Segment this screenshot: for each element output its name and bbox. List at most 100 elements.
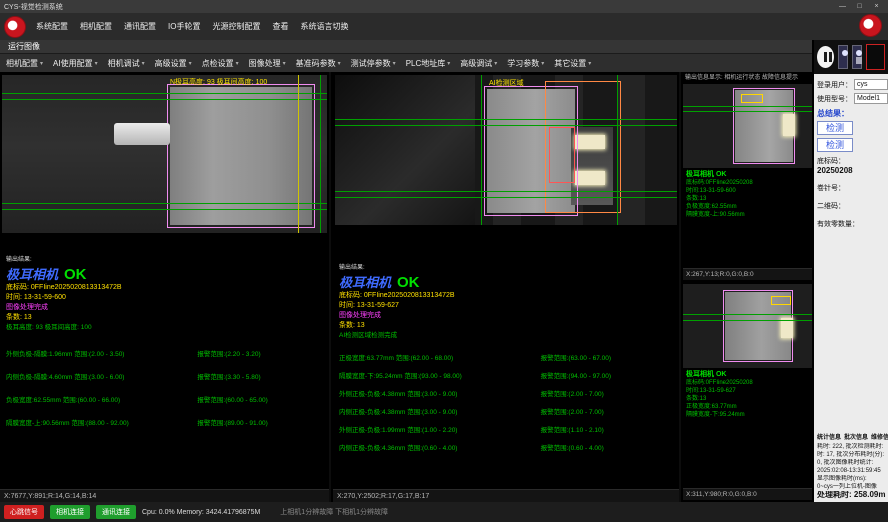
alarm-range: 报警范围:(1.10 - 2.10) xyxy=(541,424,675,434)
pause-button[interactable] xyxy=(817,46,834,68)
tool-image-process[interactable]: 图像处理▾ xyxy=(249,58,286,69)
menu-comm-config[interactable]: 通讯配置 xyxy=(124,21,156,32)
minimize-button[interactable]: — xyxy=(835,1,850,12)
overlay-measure-text: N极耳高度: 93 极耳间高度: 100 xyxy=(170,77,267,87)
right-camera-image[interactable]: AI检测区域 xyxy=(335,75,677,225)
time-text: 时间: 13-31-59-627 xyxy=(339,301,675,311)
barcode-value: 20250208 xyxy=(817,166,885,175)
result-ok-badge: OK xyxy=(397,274,420,291)
measurement-row: 外侧负极-隔膜:1.96mm 范围:(2.00 - 3.50)报警范围:(2.2… xyxy=(6,348,325,358)
tab-stats-info[interactable]: 统计信息 xyxy=(817,432,841,441)
measure-value: 正极宽度:63.77mm 范围:(62.00 - 68.00) xyxy=(339,352,541,362)
menu-view[interactable]: 查看 xyxy=(272,21,288,32)
preview-camera-1[interactable]: 极耳相机 OK 底标码:0FFIine20250208 时间:13-31-59-… xyxy=(683,84,812,280)
measure-value: 内侧正极-负极:4.36mm 范围:(0.60 - 4.00) xyxy=(339,442,541,452)
preview-image-1[interactable] xyxy=(683,84,812,168)
measure-line-overlay xyxy=(683,314,812,315)
chevron-down-icon: ▾ xyxy=(338,60,341,67)
qrcode-label: 二维码： xyxy=(817,201,885,211)
side-panel-body: 登录用户： cys 使用型号： Model1 总结果： 检测 检测 底标码： 2… xyxy=(814,74,888,502)
maximize-button[interactable]: □ xyxy=(852,1,867,12)
alarm-range: 报警范围:(60.00 - 65.00) xyxy=(197,394,325,404)
menu-language-switch[interactable]: 系统语言切换 xyxy=(300,21,348,32)
left-camera-view[interactable]: N极耳高度: 93 极耳间高度: 100 输出结果: 极耳相机 OK 底标码: … xyxy=(0,72,331,502)
close-button[interactable]: × xyxy=(869,1,884,12)
menu-camera-config[interactable]: 相机配置 xyxy=(80,21,112,32)
note-text: 极耳高度: 93 极耳间高度: 100 xyxy=(6,323,325,332)
menu-io-config[interactable]: IO手轮置 xyxy=(168,21,200,32)
measure-value: 负极宽度:62.55mm 范围:(60.00 - 66.00) xyxy=(6,394,197,404)
preview-line: 负极宽度:62.55mm xyxy=(686,203,811,211)
tool-advanced-settings[interactable]: 高级设置▾ xyxy=(155,58,192,69)
measurement-row: 外侧正极-负极:4.38mm 范围:(3.00 - 9.00)报警范围:(2.0… xyxy=(339,388,675,398)
result-box-1: 检测 xyxy=(817,121,853,135)
tool-camera-debug[interactable]: 相机调试▾ xyxy=(108,58,145,69)
tool-test-stop-params[interactable]: 测试停参数▾ xyxy=(351,58,396,69)
right-camera-view[interactable]: AI检测区域 输出结果: 极耳相机 OK 底标码: 0FFIine2025020… xyxy=(333,72,681,502)
lock-button[interactable] xyxy=(852,45,862,69)
left-camera-image[interactable]: N极耳高度: 93 极耳间高度: 100 xyxy=(2,75,327,233)
alarm-range: 报警范围:(89.00 - 91.00) xyxy=(197,417,325,427)
tool-label: 相机配置 xyxy=(6,58,38,69)
preview-line: 时间:13-31-59-627 xyxy=(686,387,811,395)
measure-line-overlay xyxy=(683,111,812,112)
preview-line: 隔膜宽度-下:95.24mm xyxy=(686,411,811,419)
output-label: 输出结果: xyxy=(339,262,675,271)
tab-batch-info[interactable]: 批次信息 xyxy=(844,432,868,441)
comm-status-badge: 通讯连接 xyxy=(96,505,136,519)
tool-label: 高级调试 xyxy=(460,58,492,69)
measure-line-overlay xyxy=(683,320,812,321)
measure-value: 外侧负极-隔膜:1.96mm 范围:(2.00 - 3.50) xyxy=(6,348,197,358)
measure-line-overlay xyxy=(481,75,482,225)
menu-light-config[interactable]: 光源控制配置 xyxy=(212,21,260,32)
chevron-down-icon: ▾ xyxy=(447,60,450,67)
preview-line: 条数:13 xyxy=(686,195,811,203)
preview-line: 条数:13 xyxy=(686,395,811,403)
measure-value: 内侧正极-负极:4.38mm 范围:(3.00 - 9.00) xyxy=(339,406,541,416)
tab-run-image[interactable]: 运行图像 xyxy=(8,41,40,52)
toolbar: 相机配置▾ AI使用配置▾ 相机调试▾ 高级设置▾ 点检设置▾ 图像处理▾ 基准… xyxy=(0,53,812,72)
result-box-2: 检测 xyxy=(817,138,853,152)
tool-camera-config[interactable]: 相机配置▾ xyxy=(6,58,43,69)
menu-system-config[interactable]: 系统配置 xyxy=(36,21,68,32)
preview-text-2: 极耳相机 OK 底标码:0FFIine20250208 时间:13-31-59-… xyxy=(686,370,811,419)
tool-other-settings[interactable]: 其它设置▾ xyxy=(554,58,591,69)
right-result-block: 输出结果: 极耳相机 OK 底标码: 0FFIine20250208133134… xyxy=(339,262,675,452)
window-controls: — □ × xyxy=(835,1,884,12)
fault-messages: 上相机1分辨故障 下相机1分辨故障 xyxy=(280,507,388,517)
tool-barcode-params[interactable]: 基准码参数▾ xyxy=(296,58,341,69)
measure-line-overlay xyxy=(335,197,677,198)
menu-items: 系统配置 相机配置 通讯配置 IO手轮置 光源控制配置 查看 系统语言切换 xyxy=(36,21,348,32)
camera-toggle-button[interactable] xyxy=(838,45,848,69)
preview-image-2[interactable] xyxy=(683,284,812,368)
measurement-row: 内侧负极-隔膜:4.60mm 范围:(3.00 - 6.00)报警范围:(3.3… xyxy=(6,371,325,381)
count-text: 条数: 13 xyxy=(6,313,325,323)
valid-count-label: 有效零数量： xyxy=(817,219,885,229)
measurement-row: 隔膜宽度-上:90.56mm 范围:(88.00 - 92.00)报警范围:(8… xyxy=(6,417,325,427)
measurement-row: 隔膜宽度-下:95.24mm 范围:(93.00 - 98.00)报警范围:(9… xyxy=(339,370,675,380)
model-select[interactable]: Model1 xyxy=(854,93,888,104)
cursor-coords-readout: X:270,Y:2502;R:17,G:17,B:17 xyxy=(333,489,679,502)
tool-ai-config[interactable]: AI使用配置▾ xyxy=(53,58,98,69)
chevron-down-icon: ▾ xyxy=(189,60,192,67)
chevron-down-icon: ▾ xyxy=(393,60,396,67)
stat-line: 0, 批次图像耗时统计: xyxy=(817,459,886,467)
overlay-ai-text: AI检测区域 xyxy=(489,78,524,88)
tab-maintenance-info[interactable]: 维修信息 xyxy=(871,432,888,441)
tool-spot-check[interactable]: 点检设置▾ xyxy=(202,58,239,69)
tool-advanced-debug[interactable]: 高级调试▾ xyxy=(460,58,497,69)
total-result-label: 总结果： xyxy=(817,108,885,119)
alarm-range: 报警范围:(94.00 - 97.00) xyxy=(541,370,675,380)
alarm-indicator-box xyxy=(866,44,885,70)
alarm-range: 报警范围:(2.00 - 7.00) xyxy=(541,406,675,416)
tool-plc-address[interactable]: PLC地址库▾ xyxy=(406,58,451,69)
tool-learning-params[interactable]: 学习参数▾ xyxy=(507,58,544,69)
tool-label: 图像处理 xyxy=(249,58,281,69)
preview-camera-2[interactable]: 极耳相机 OK 底标码:0FFIine20250208 时间:13-31-59-… xyxy=(683,284,812,500)
tool-label: AI使用配置 xyxy=(53,58,93,69)
tool-label: 测试停参数 xyxy=(351,58,391,69)
preview-line: 正极宽度:63.77mm xyxy=(686,403,811,411)
tab-row: 运行图像 xyxy=(0,40,812,53)
process-status-text: 图像处理完成 xyxy=(6,303,325,313)
preview-result-text: 极耳相机 OK xyxy=(686,170,811,179)
